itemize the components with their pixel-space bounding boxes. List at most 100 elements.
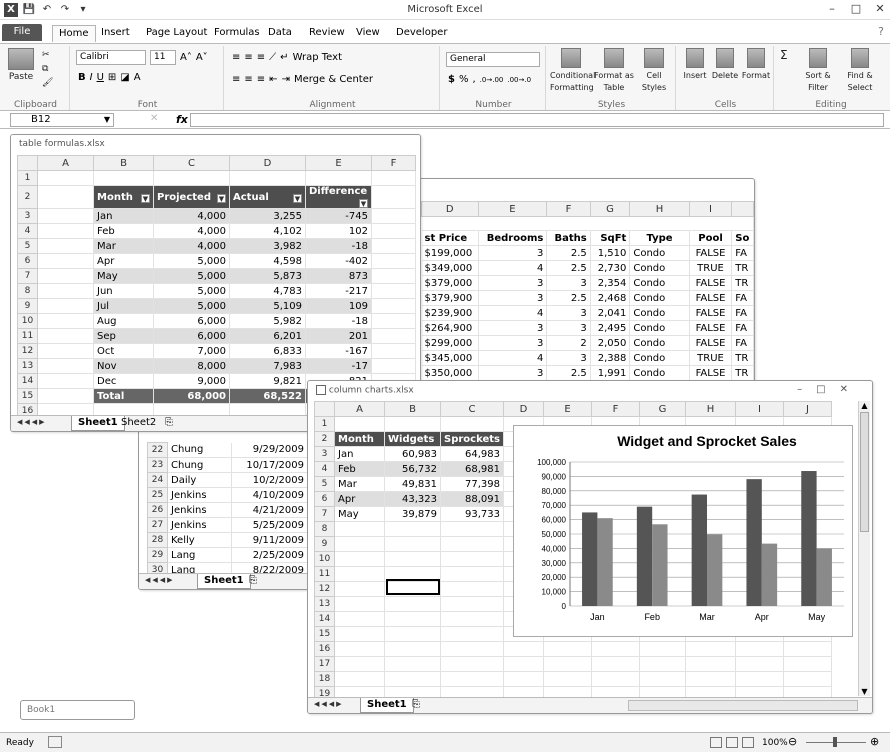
data-cell[interactable]: 2.5: [546, 290, 591, 306]
column-header[interactable]: J: [783, 401, 832, 417]
tab-file[interactable]: File: [2, 24, 42, 41]
zoom-in-icon[interactable]: ⊕: [870, 735, 879, 748]
table-header-cell[interactable]: Actual ▼: [229, 185, 306, 209]
row-header[interactable]: 6: [314, 491, 335, 507]
data-cell[interactable]: TR: [731, 350, 754, 366]
column-header[interactable]: C: [440, 401, 504, 417]
bar[interactable]: [816, 548, 832, 606]
data-cell[interactable]: 3,982: [229, 238, 306, 254]
data-cell[interactable]: [37, 328, 94, 344]
row-header[interactable]: 5: [17, 238, 38, 254]
data-cell[interactable]: 5,982: [229, 313, 306, 329]
copy-icon[interactable]: ⧉: [42, 64, 48, 75]
bar[interactable]: [652, 524, 668, 606]
data-cell[interactable]: FALSE: [689, 335, 733, 351]
data-cell[interactable]: 2.5: [546, 365, 591, 381]
data-cell[interactable]: Jul: [93, 298, 154, 314]
data-cell[interactable]: Mar: [93, 238, 154, 254]
data-cell[interactable]: 2,354: [590, 275, 631, 291]
row-header[interactable]: 9: [314, 536, 335, 552]
font-name-combo[interactable]: Calibri: [76, 50, 146, 65]
column-header[interactable]: A: [334, 401, 385, 417]
data-cell[interactable]: Jenkins: [167, 487, 232, 503]
data-cell[interactable]: 56,732: [384, 461, 441, 477]
data-cell[interactable]: [37, 223, 94, 239]
italic-button[interactable]: I: [90, 72, 93, 83]
data-cell[interactable]: [37, 358, 94, 374]
header-cell[interactable]: Baths: [546, 230, 591, 246]
data-cell[interactable]: 201: [305, 328, 372, 344]
column-header[interactable]: F: [371, 155, 416, 171]
data-cell[interactable]: [37, 343, 94, 359]
data-cell[interactable]: [37, 170, 94, 186]
wrap-text-icon[interactable]: ↵: [280, 52, 288, 63]
number-format-combo[interactable]: General: [446, 52, 540, 67]
data-cell[interactable]: 2,468: [590, 290, 631, 306]
header-cell[interactable]: Type: [629, 230, 690, 246]
data-cell[interactable]: $379,900: [421, 290, 479, 306]
data-cell[interactable]: Sep: [93, 328, 154, 344]
column-header[interactable]: D: [229, 155, 306, 171]
borders-icon[interactable]: ⊞: [108, 72, 116, 83]
data-cell[interactable]: TR: [731, 275, 754, 291]
view-page-layout-icon[interactable]: [726, 737, 738, 748]
data-cell[interactable]: Condo: [629, 290, 690, 306]
data-cell[interactable]: 8,000: [153, 358, 230, 374]
row-header[interactable]: 12: [17, 343, 38, 359]
data-cell[interactable]: Mar: [334, 476, 385, 492]
data-cell[interactable]: Lang: [167, 547, 232, 563]
align-top-icon[interactable]: ≡: [232, 52, 240, 63]
data-cell[interactable]: Chung: [167, 457, 232, 473]
data-cell[interactable]: 77,398: [440, 476, 504, 492]
sheet-nav-arrows[interactable]: ◀◀◀▶: [314, 700, 344, 708]
data-cell[interactable]: 6,000: [153, 328, 230, 344]
tab-review[interactable]: Review: [303, 25, 351, 42]
row-header[interactable]: 13: [17, 358, 38, 374]
data-cell[interactable]: [37, 268, 94, 284]
data-cell[interactable]: FA: [731, 320, 754, 336]
data-cell[interactable]: $349,000: [421, 260, 479, 276]
filter-dropdown-icon[interactable]: ▼: [217, 193, 226, 203]
data-cell[interactable]: 2/25/2009: [231, 547, 308, 563]
data-cell[interactable]: 3: [478, 335, 548, 351]
data-cell[interactable]: Chung: [167, 442, 232, 458]
row-header[interactable]: 16: [314, 641, 335, 657]
data-cell[interactable]: FA: [731, 245, 754, 261]
cut-icon[interactable]: ✂: [42, 50, 50, 61]
data-cell[interactable]: FALSE: [689, 365, 733, 381]
row-header[interactable]: 6: [17, 253, 38, 269]
bar[interactable]: [801, 471, 817, 606]
data-cell[interactable]: Aug: [93, 313, 154, 329]
data-cell[interactable]: 2.5: [546, 260, 591, 276]
chart-area[interactable]: Widget and Sprocket Sales 0 10,000 20,000 30…: [513, 425, 853, 637]
data-cell[interactable]: $239,900: [421, 305, 479, 321]
header-cell[interactable]: Pool: [689, 230, 733, 246]
formula-input[interactable]: [190, 113, 884, 127]
tab-page-layout[interactable]: Page Layout: [140, 25, 213, 42]
data-cell[interactable]: May: [93, 268, 154, 284]
sheet-nav-arrows[interactable]: ◀◀◀▶: [145, 576, 175, 584]
data-cell[interactable]: 7,983: [229, 358, 306, 374]
tab-data[interactable]: Data: [262, 25, 298, 42]
data-cell[interactable]: Dec: [93, 373, 154, 389]
increase-decimal-button[interactable]: .0→.00: [480, 76, 504, 84]
column-header[interactable]: I: [735, 401, 784, 417]
data-cell[interactable]: Jenkins: [167, 502, 232, 518]
table-header-cell[interactable]: Difference ▼: [305, 185, 372, 209]
row-header[interactable]: 3: [314, 446, 335, 462]
table-header-cell[interactable]: Widgets: [384, 431, 441, 447]
header-cell[interactable]: st Price: [421, 230, 479, 246]
grow-font-button[interactable]: A˄: [180, 52, 192, 63]
data-cell[interactable]: FALSE: [689, 290, 733, 306]
row-header[interactable]: 29: [147, 547, 168, 563]
find-select-button[interactable]: Find & Select: [840, 48, 880, 94]
tab-home[interactable]: Home: [52, 25, 96, 42]
column-header[interactable]: H: [629, 201, 690, 217]
select-all-corner[interactable]: [314, 401, 335, 417]
underline-button[interactable]: U: [97, 72, 104, 83]
data-cell[interactable]: $350,000: [421, 365, 479, 381]
align-center-icon[interactable]: ≡: [244, 74, 252, 85]
row-header[interactable]: 10: [314, 551, 335, 567]
header-cell[interactable]: SqFt: [590, 230, 631, 246]
row-header[interactable]: 26: [147, 502, 168, 518]
